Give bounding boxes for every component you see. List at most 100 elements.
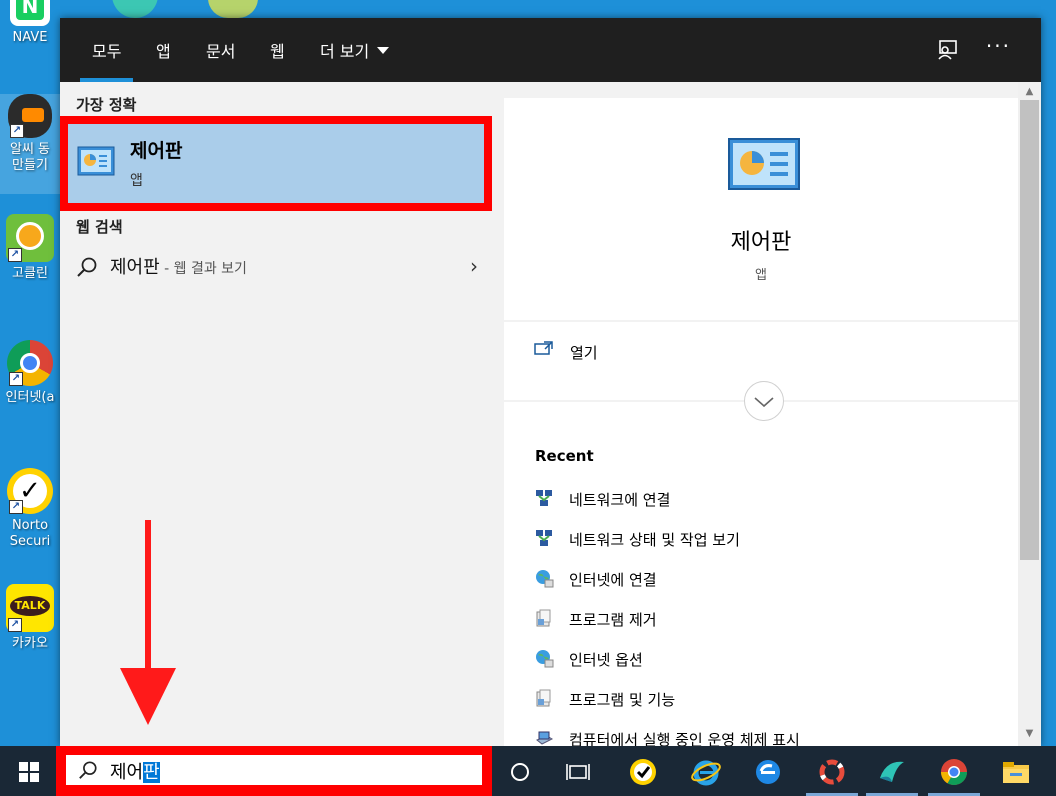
taskbar-search-highlight: 제어판	[56, 746, 492, 796]
chevron-down-icon	[754, 397, 774, 408]
shortcut-arrow-icon: ↗	[9, 372, 23, 386]
taskbar-edge[interactable]	[752, 756, 784, 788]
tab-documents[interactable]: 문서	[206, 38, 235, 82]
search-text: 제어	[110, 762, 144, 783]
start-button[interactable]	[0, 746, 56, 796]
feedback-button[interactable]	[934, 36, 962, 64]
recent-item-label: 인터넷 옵션	[569, 651, 643, 669]
search-panel: 모두 앱 문서 웹 더 보기 ··· 가장 정확 제어판 앱 웹 검색 제어판 …	[60, 18, 1041, 749]
open-label: 열기	[570, 344, 598, 362]
scroll-up-arrow-icon[interactable]: ▲	[1018, 86, 1041, 97]
tab-more-label: 더 보기	[320, 42, 370, 61]
web-search-result[interactable]: 제어판 - 웹 결과 보기 ›	[60, 248, 504, 288]
desktop-icon-label: 만들기	[12, 158, 48, 173]
desktop-icon-chrome[interactable]: ↗ 인터넷(a	[0, 340, 60, 406]
windows-logo-icon	[19, 762, 39, 782]
shortcut-arrow-icon: ↗	[8, 248, 22, 262]
desktop-icon-label: 인터넷(a	[5, 390, 55, 405]
preview-scrollbar[interactable]: ▲ ▼	[1018, 82, 1041, 746]
divider	[504, 320, 1018, 322]
search-icon	[77, 257, 97, 277]
scroll-thumb[interactable]	[1020, 100, 1039, 560]
taskbar-norton[interactable]	[627, 756, 659, 788]
desktop-icon-label: Norto	[11, 518, 49, 533]
kakaotalk-icon: TALK ↗	[6, 584, 54, 632]
search-text-selected: 판	[143, 762, 160, 783]
recent-item-label: 프로그램 및 기능	[569, 691, 676, 709]
cortana-button[interactable]	[504, 756, 536, 788]
desktop-icon-label: 카카오	[12, 636, 48, 651]
globe-icon	[536, 650, 554, 668]
expand-button[interactable]	[744, 381, 784, 421]
desktop-icon-alsee[interactable]: ↗ 알씨 동 만들기	[0, 94, 60, 194]
best-match-result[interactable]: 제어판 앱	[60, 116, 492, 211]
desktop-icon-partial[interactable]	[208, 0, 258, 18]
cortana-icon	[511, 763, 529, 781]
desktop-icon-label: NAVE	[12, 30, 48, 45]
norton-icon: ✓ ↗	[7, 468, 53, 514]
best-match-title: 제어판	[130, 140, 183, 162]
task-view-icon	[566, 764, 590, 780]
tab-more[interactable]: 더 보기	[320, 38, 390, 82]
web-query-text: 제어판	[110, 257, 160, 278]
taskbar-internet-explorer[interactable]	[690, 756, 722, 788]
web-result-hint: - 웹 결과 보기	[159, 261, 247, 277]
network-icon	[536, 490, 552, 506]
preview-title: 제어판	[730, 230, 792, 255]
chevron-down-icon	[377, 47, 390, 54]
desktop-icon-label: 알씨 동	[9, 142, 50, 157]
app-teal-icon	[880, 761, 904, 782]
chrome-icon: ↗	[7, 340, 53, 386]
desktop-icon-label: Securi	[9, 534, 51, 549]
desktop-icon-norton[interactable]: ✓ ↗ Norto Securi	[0, 468, 60, 550]
programs-icon	[536, 689, 551, 707]
globe-icon	[536, 570, 554, 588]
recent-heading: Recent	[535, 447, 594, 465]
search-input[interactable]: 제어판	[110, 758, 160, 784]
chrome-icon	[940, 759, 968, 786]
desktop-icon-label: 고클린	[12, 266, 48, 281]
taskbar-file-explorer[interactable]	[1000, 756, 1032, 788]
taskbar: 제어판	[0, 746, 1056, 796]
desktop-icon-partial[interactable]	[112, 0, 158, 18]
desktop-icon-goclean[interactable]: ↗ 고클린	[0, 214, 60, 282]
shortcut-arrow-icon: ↗	[10, 124, 24, 138]
preview-type: 앱	[755, 268, 767, 283]
tab-all[interactable]: 모두	[79, 38, 135, 82]
scroll-down-arrow-icon[interactable]: ▼	[1018, 728, 1041, 739]
taskbar-search-box[interactable]: 제어판	[66, 755, 482, 785]
norton-icon	[630, 759, 656, 785]
internet-explorer-icon	[691, 760, 721, 786]
folder-icon	[1003, 762, 1029, 783]
desktop-icon-kakaotalk[interactable]: TALK ↗ 카카오	[0, 584, 60, 652]
recent-item-label: 프로그램 제거	[569, 611, 657, 629]
tab-apps[interactable]: 앱	[156, 38, 171, 82]
recent-item-label: 인터넷에 연결	[569, 571, 657, 589]
shortcut-arrow-icon: ↗	[9, 500, 23, 514]
taskbar-chrome[interactable]	[938, 756, 970, 788]
computer-icon	[536, 731, 554, 745]
chevron-right-icon: ›	[470, 254, 478, 278]
network-icon	[536, 530, 552, 546]
app-ring-icon	[819, 759, 845, 785]
control-panel-large-icon	[728, 138, 800, 190]
taskbar-app-ring[interactable]	[816, 756, 848, 788]
goclean-icon: ↗	[6, 214, 54, 262]
search-filter-bar: 모두 앱 문서 웹 더 보기 ···	[60, 18, 1041, 82]
edge-icon	[756, 760, 780, 784]
alsee-icon: ↗	[8, 94, 52, 138]
task-view-button[interactable]	[562, 756, 594, 788]
taskbar-app-teal[interactable]	[876, 756, 908, 788]
desktop-icon-naver[interactable]: N NAVE	[0, 0, 60, 46]
tab-web[interactable]: 웹	[270, 38, 285, 82]
shortcut-arrow-icon: ↗	[8, 618, 22, 632]
more-options-button[interactable]: ···	[986, 34, 1011, 58]
search-icon	[79, 761, 97, 779]
recent-item-label: 네트워크에 연결	[569, 491, 671, 509]
preview-pane: 제어판 앱 열기 Recent 네트워크에 연결 네트워크 상태 및 작업 보기	[504, 98, 1018, 749]
web-search-heading: 웹 검색	[76, 218, 123, 236]
naver-icon: N	[10, 0, 50, 26]
feedback-icon	[938, 40, 957, 60]
open-icon	[534, 341, 553, 355]
web-search-query: 제어판 - 웹 결과 보기	[110, 253, 247, 279]
